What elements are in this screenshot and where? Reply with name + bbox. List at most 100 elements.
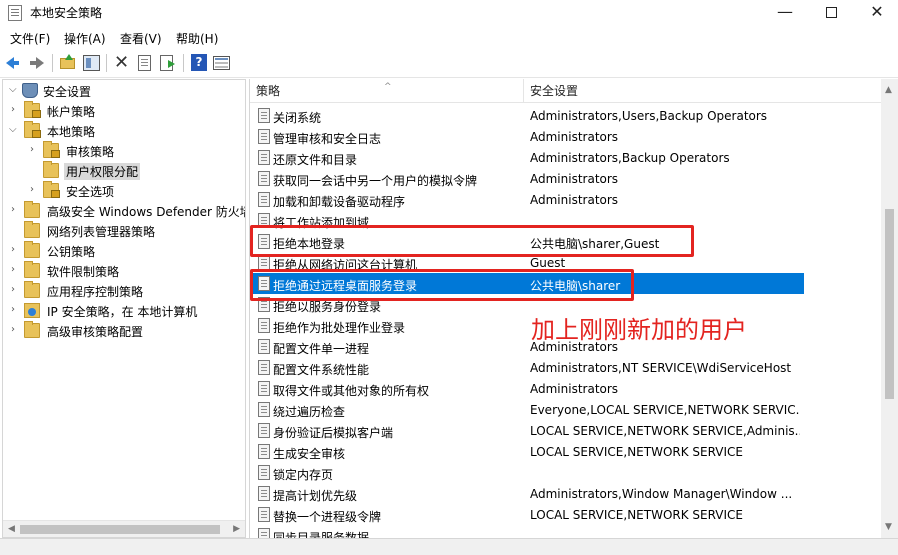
policy-icon (258, 360, 270, 375)
table-row[interactable]: 生成安全审核 LOCAL SERVICE,NETWORK SERVICE (250, 441, 884, 462)
table-row[interactable]: 取得文件或其他对象的所有权 Administrators (250, 378, 884, 399)
policy-name: 同步目录服务数据 (273, 531, 370, 538)
chevron-right-icon[interactable]: › (30, 184, 40, 196)
policy-icon (258, 423, 270, 438)
export-icon[interactable] (158, 53, 178, 73)
policy-name: 生成安全审核 (273, 447, 346, 461)
ip-security-icon (24, 303, 40, 318)
column-header-setting[interactable]: 安全设置 (524, 79, 882, 103)
show-tree-icon[interactable] (82, 53, 102, 73)
menu-view[interactable]: 查看(V) (120, 30, 162, 47)
tree-item-ip-security[interactable]: › IP 安全策略，在 本地计算机 (3, 301, 243, 321)
minimize-button[interactable]: — (762, 0, 808, 26)
table-row[interactable]: 身份验证后模拟客户端 LOCAL SERVICE,NETWORK SERVICE,… (250, 420, 884, 441)
policy-list-pane[interactable]: 策略 ^ 安全设置 关闭系统 Administrators,Users,Backu… (249, 79, 898, 538)
tree-item-public-key-policies[interactable]: › 公钥策略 (3, 241, 243, 261)
scrollbar-thumb[interactable] (885, 209, 894, 399)
tree-item-label: 帐户策略 (47, 105, 96, 119)
help-icon[interactable]: ? (189, 53, 209, 73)
table-row[interactable]: 替换一个进程级令牌 LOCAL SERVICE,NETWORK SERVICE (250, 504, 884, 525)
table-row[interactable]: 管理审核和安全日志 Administrators (250, 126, 884, 147)
policy-name: 取得文件或其他对象的所有权 (273, 384, 430, 398)
menu-action[interactable]: 操作(A) (64, 30, 106, 47)
maximize-button[interactable] (808, 0, 854, 26)
policy-icon (258, 465, 270, 480)
chevron-right-icon[interactable]: › (11, 284, 21, 296)
up-folder-icon[interactable] (58, 53, 78, 73)
tree-item-user-rights-assignment[interactable]: 用户权限分配 (3, 161, 243, 181)
policy-setting: Administrators (530, 172, 619, 186)
delete-icon[interactable]: ✕ (112, 53, 132, 73)
folder-icon (24, 281, 40, 298)
chevron-down-icon[interactable]: ⌵ (9, 84, 19, 96)
scrollbar-thumb[interactable] (20, 525, 220, 534)
tree-item-label: 公钥策略 (47, 245, 96, 259)
chevron-right-icon[interactable]: › (11, 324, 21, 336)
policy-setting: Everyone,LOCAL SERVICE,NETWORK SERVIC... (530, 403, 800, 417)
back-icon[interactable] (4, 53, 24, 73)
table-row[interactable]: 加载和卸载设备驱动程序 Administrators (250, 189, 884, 210)
policy-name: 提高计划优先级 (273, 489, 358, 503)
tree-item-label: 软件限制策略 (47, 265, 120, 279)
table-row[interactable]: 关闭系统 Administrators,Users,Backup Operator… (250, 105, 884, 126)
chevron-right-icon[interactable]: › (30, 144, 40, 156)
table-row[interactable]: 绕过遍历检查 Everyone,LOCAL SERVICE,NETWORK SER… (250, 399, 884, 420)
highlight-box-deny-rdp-logon (250, 269, 634, 301)
table-row[interactable]: 配置文件系统性能 Administrators,NT SERVICE\WdiSer… (250, 357, 884, 378)
tree-item-local-policies[interactable]: ⌵ 本地策略 (3, 121, 243, 141)
chevron-right-icon[interactable]: › (11, 104, 21, 116)
policy-folder-icon (43, 181, 60, 198)
view-icon[interactable] (212, 53, 232, 73)
tree-item-defender-firewall[interactable]: › 高级安全 Windows Defender 防火墙 (3, 201, 246, 221)
close-button[interactable]: ✕ (854, 0, 898, 26)
forward-icon[interactable] (26, 53, 46, 73)
tree-item-audit-policy[interactable]: › 审核策略 (3, 141, 243, 161)
title-bar: 本地安全策略 — ✕ (0, 0, 898, 26)
tree-item-account-policies[interactable]: › 帐户策略 (3, 101, 243, 121)
properties-icon[interactable] (134, 53, 154, 73)
tree-item-network-list-manager[interactable]: 网络列表管理器策略 (3, 221, 243, 241)
tree-item-security-options[interactable]: › 安全选项 (3, 181, 243, 201)
tree-pane[interactable]: ⌵ 安全设置 › 帐户策略 ⌵ 本地策略 › 审核策略 用户权限分配 › 安全选… (2, 79, 246, 538)
list-vertical-scrollbar[interactable]: ▲ ▼ (881, 79, 898, 538)
tree-item-advanced-audit[interactable]: › 高级审核策略配置 (3, 321, 243, 341)
chevron-down-icon[interactable]: ⌵ (9, 124, 19, 136)
menu-file[interactable]: 文件(F) (10, 30, 50, 47)
app-icon (8, 5, 22, 21)
table-row[interactable]: 还原文件和目录 Administrators,Backup Operators (250, 147, 884, 168)
policy-icon (258, 507, 270, 522)
tree-item-security-settings[interactable]: ⌵ 安全设置 (3, 81, 243, 101)
tree-item-software-restriction[interactable]: › 软件限制策略 (3, 261, 243, 281)
folder-icon (24, 241, 40, 258)
scroll-up-icon[interactable]: ▲ (885, 85, 892, 95)
scroll-right-icon[interactable]: ▶ (233, 524, 240, 534)
highlight-box-deny-local-logon (250, 225, 694, 257)
scroll-left-icon[interactable]: ◀ (8, 524, 15, 534)
tree-item-label: 安全设置 (43, 85, 92, 99)
policy-name: 拒绝作为批处理作业登录 (273, 321, 406, 335)
table-row[interactable]: 获取同一会话中另一个用户的模拟令牌 Administrators (250, 168, 884, 189)
policy-name: 锁定内存页 (273, 468, 334, 482)
tree-horizontal-scrollbar[interactable]: ◀ ▶ (3, 520, 245, 537)
table-row[interactable]: 锁定内存页 (250, 462, 884, 483)
chevron-right-icon[interactable]: › (11, 244, 21, 256)
policy-icon (258, 486, 270, 501)
policy-icon (258, 339, 270, 354)
chevron-right-icon[interactable]: › (11, 304, 21, 316)
toolbar-separator (52, 54, 53, 72)
chevron-right-icon[interactable]: › (11, 204, 21, 216)
menu-help[interactable]: 帮助(H) (176, 30, 218, 47)
toolbar-separator (106, 54, 107, 72)
table-row[interactable]: 同步目录服务数据 (250, 525, 884, 538)
menu-bar: 文件(F) 操作(A) 查看(V) 帮助(H) (0, 27, 898, 47)
policy-name: 还原文件和目录 (273, 153, 358, 167)
tree-item-label: 用户权限分配 (64, 163, 141, 180)
scroll-down-icon[interactable]: ▼ (885, 522, 892, 532)
chevron-right-icon[interactable]: › (11, 264, 21, 276)
tree-item-app-control[interactable]: › 应用程序控制策略 (3, 281, 243, 301)
column-header-policy[interactable]: 策略 ^ (250, 79, 524, 103)
toolbar: ✕ ? (0, 48, 898, 78)
policy-icon (258, 402, 270, 417)
table-row[interactable]: 提高计划优先级 Administrators,Window Manager\Win… (250, 483, 884, 504)
tree-item-label: 高级安全 Windows Defender 防火墙 (47, 205, 246, 219)
